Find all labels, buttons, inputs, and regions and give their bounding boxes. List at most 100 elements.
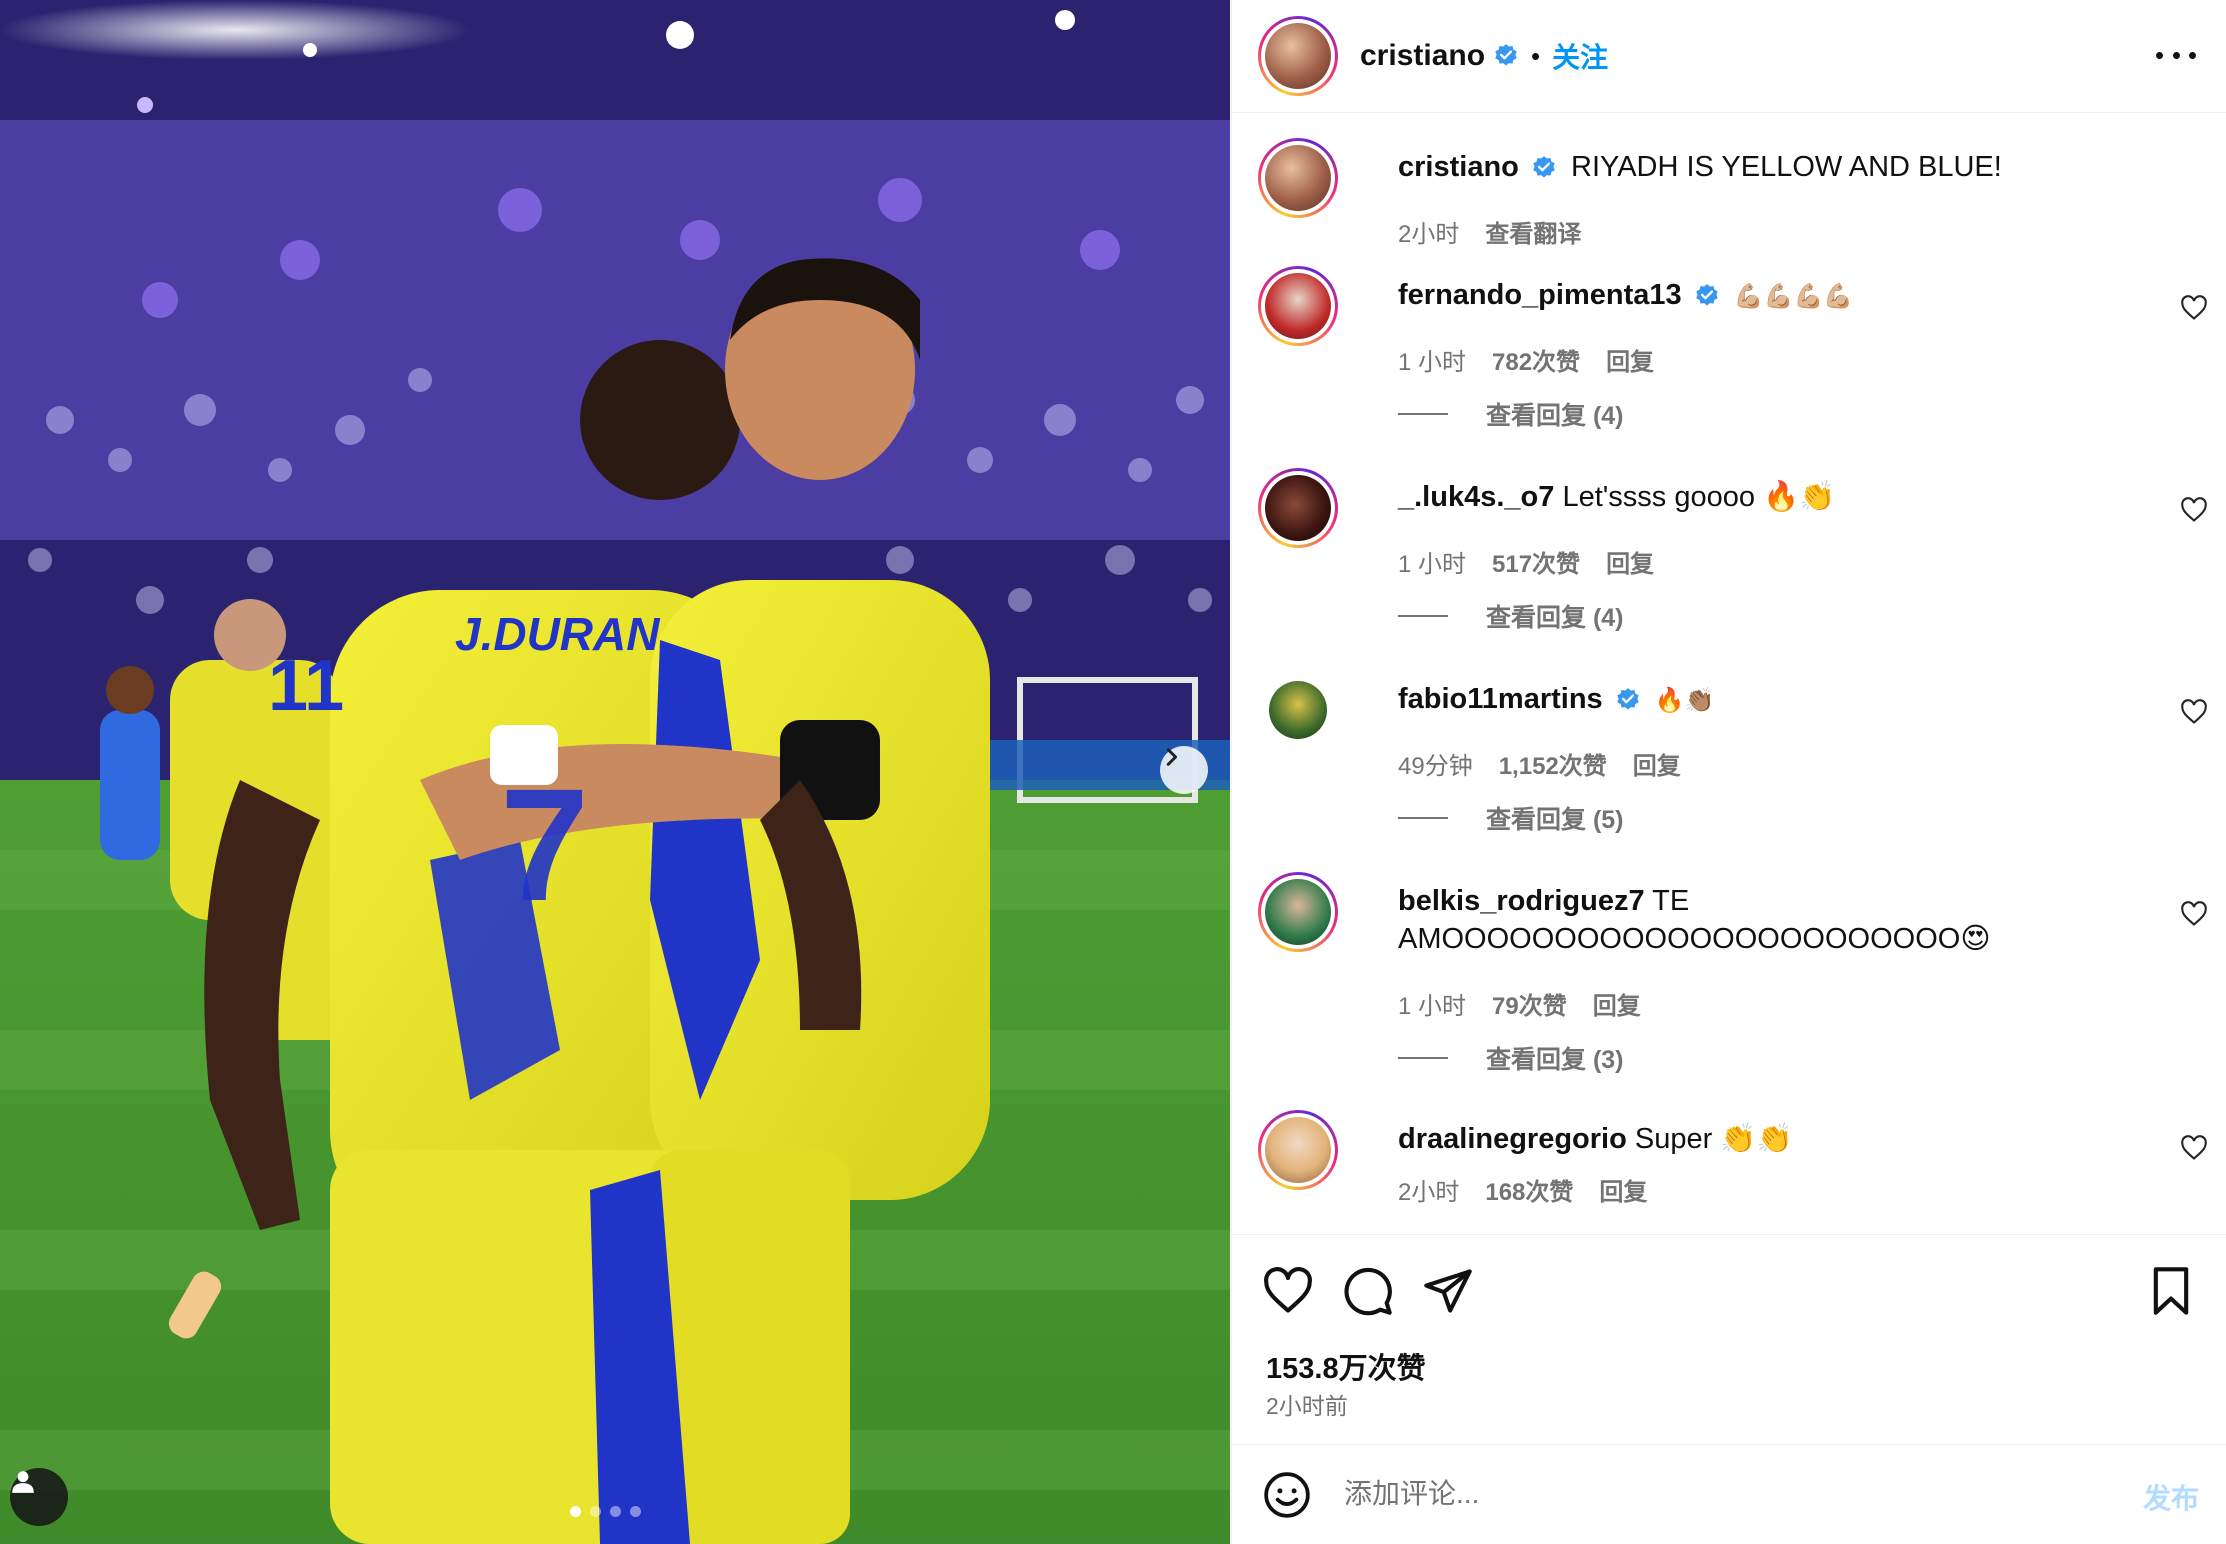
comment-time: 2小时 — [1398, 1179, 1460, 1206]
author-username[interactable]: cristiano — [1360, 39, 1485, 73]
post-actions: 153.8万次赞 2小时前 — [1232, 1234, 2226, 1444]
post-header: cristiano • 关注 — [1232, 0, 2226, 113]
view-replies-button[interactable]: 查看回复 (5) — [1398, 800, 1624, 836]
bookmark-icon[interactable] — [2145, 1265, 2197, 1317]
comment-item: fabio11martins 🔥👏🏽 49分钟 1,152次赞 回复 查看回复 … — [1258, 670, 2208, 860]
comment-time: 1 小时 — [1398, 349, 1467, 376]
carousel-next-button[interactable] — [1160, 746, 1208, 794]
reply-button[interactable]: 回复 — [1606, 342, 1654, 377]
caption-avatar[interactable] — [1258, 138, 1338, 218]
verified-badge-icon — [1493, 43, 1519, 69]
follow-button[interactable]: 关注 — [1552, 36, 1608, 76]
comment-text-block: fernando_pimenta13 💪🏼💪🏼💪🏼💪🏼 — [1398, 276, 2138, 315]
post-comment-button[interactable]: 发布 — [2143, 1477, 2199, 1517]
carousel-indicator — [570, 1506, 641, 1517]
heart-icon[interactable] — [2180, 698, 2208, 726]
view-replies-button[interactable]: 查看回复 (4) — [1398, 598, 1624, 634]
chevron-right-icon — [1166, 748, 1178, 766]
comment-time: 1 小时 — [1398, 551, 1467, 578]
comment-username[interactable]: belkis_rodriguez7 — [1398, 885, 1645, 917]
comment-username[interactable]: _.luk4s._o7 — [1398, 481, 1554, 513]
heart-icon[interactable] — [2180, 1134, 2208, 1162]
view-replies-label: 查看回复 (4) — [1486, 604, 1624, 632]
separator-dot: • — [1531, 40, 1541, 71]
author-avatar[interactable] — [1258, 16, 1338, 96]
reply-button[interactable]: 回复 — [1606, 544, 1654, 579]
emoji-icon[interactable] — [1262, 1470, 1312, 1520]
carousel-dot — [630, 1506, 641, 1517]
heart-icon[interactable] — [1262, 1265, 1314, 1317]
comment-avatar[interactable] — [1258, 266, 1338, 346]
comment-text: 🔥👏🏽 — [1654, 686, 1715, 714]
view-replies-label: 查看回复 (4) — [1486, 402, 1624, 430]
more-options-icon[interactable] — [2156, 38, 2196, 72]
heart-icon[interactable] — [2180, 496, 2208, 524]
post-side-panel: cristiano • 关注 cristiano RIYADH IS YELLO… — [1231, 0, 2226, 1544]
comment-meta: 1 小时 782次赞 回复 — [1398, 342, 1654, 377]
post-photo: 7 11 J.DURAN — [0, 0, 1230, 1544]
carousel-dot — [570, 1506, 581, 1517]
post-timestamp: 2小时前 — [1266, 1393, 1348, 1419]
comment-item: belkis_rodriguez7 TE AMOOOOOOOOOOOOOOOOO… — [1258, 872, 2208, 1102]
comment-username[interactable]: draalinegregorio — [1398, 1123, 1627, 1155]
comment-icon[interactable] — [1342, 1265, 1394, 1317]
comment-username[interactable]: fabio11martins — [1398, 683, 1603, 715]
caption-text-block: cristiano RIYADH IS YELLOW AND BLUE! — [1398, 148, 2138, 186]
comment-input[interactable] — [1344, 1465, 2044, 1523]
comment-meta: 1 小时 79次赞 回复 — [1398, 986, 1641, 1021]
verified-badge-icon — [1615, 687, 1641, 713]
comment-item: draalinegregorio Super 👏👏 2小时 168次赞 回复 — [1258, 1110, 2208, 1220]
heart-icon[interactable] — [2180, 294, 2208, 322]
comment-text-block: fabio11martins 🔥👏🏽 — [1398, 680, 2138, 719]
verified-badge-icon — [1694, 283, 1720, 309]
see-translation-link[interactable]: 查看翻译 — [1485, 214, 1581, 249]
svg-text:7: 7 — [500, 755, 589, 934]
reply-button[interactable]: 回复 — [1633, 746, 1681, 781]
comments-list[interactable]: cristiano RIYADH IS YELLOW AND BLUE! 2小时… — [1232, 114, 2226, 1234]
comment-item: _.luk4s._o7 Let'ssss goooo 🔥👏 1 小时 517次赞… — [1258, 468, 2208, 658]
comment-time: 1 小时 — [1398, 993, 1467, 1020]
caption-time: 2小时 — [1398, 221, 1460, 248]
carousel-dot — [610, 1506, 621, 1517]
user-tag-button[interactable] — [10, 1468, 68, 1526]
post-media[interactable]: 7 11 J.DURAN — [0, 0, 1230, 1544]
jersey-name: J.DURAN — [455, 608, 660, 660]
reply-button[interactable]: 回复 — [1593, 986, 1641, 1021]
comment-text-block: _.luk4s._o7 Let'ssss goooo 🔥👏 — [1398, 478, 2138, 516]
comment-text-block: draalinegregorio Super 👏👏 — [1398, 1120, 2138, 1158]
comment-like-count[interactable]: 782次赞 — [1492, 342, 1580, 377]
comment-text: Let'ssss goooo 🔥👏 — [1562, 481, 1836, 513]
comment-avatar[interactable] — [1258, 468, 1338, 548]
comment-like-count[interactable]: 517次赞 — [1492, 544, 1580, 579]
comment-avatar[interactable] — [1258, 1110, 1338, 1190]
view-replies-label: 查看回复 (5) — [1486, 806, 1624, 834]
heart-icon[interactable] — [2180, 900, 2208, 928]
verified-badge-icon — [1531, 155, 1557, 181]
comment-text: 💪🏼💪🏼💪🏼💪🏼 — [1733, 282, 1854, 310]
comment-like-count[interactable]: 168次赞 — [1485, 1172, 1573, 1207]
view-replies-button[interactable]: 查看回复 (3) — [1398, 1040, 1624, 1076]
user-tag-icon — [12, 1471, 34, 1493]
caption-row: cristiano RIYADH IS YELLOW AND BLUE! 2小时… — [1258, 138, 2208, 258]
comment-like-count[interactable]: 79次赞 — [1492, 986, 1567, 1021]
reply-button[interactable]: 回复 — [1599, 1172, 1647, 1207]
view-replies-button[interactable]: 查看回复 (4) — [1398, 396, 1624, 432]
comment-text: Super 👏👏 — [1634, 1123, 1793, 1155]
caption-meta: 2小时 查看翻译 — [1398, 214, 1581, 249]
comment-meta: 49分钟 1,152次赞 回复 — [1398, 746, 1681, 781]
share-icon[interactable] — [1422, 1265, 1474, 1317]
caption-text: RIYADH IS YELLOW AND BLUE! — [1571, 151, 2002, 183]
comment-item: fernando_pimenta13 💪🏼💪🏼💪🏼💪🏼 1 小时 782次赞 回… — [1258, 266, 2208, 456]
like-count[interactable]: 153.8万次赞 — [1266, 1345, 1426, 1387]
view-replies-label: 查看回复 (3) — [1486, 1046, 1624, 1074]
comment-composer: 发布 — [1232, 1444, 2226, 1544]
comment-avatar[interactable] — [1258, 872, 1338, 952]
comment-avatar[interactable] — [1258, 670, 1338, 750]
comment-like-count[interactable]: 1,152次赞 — [1499, 746, 1607, 781]
svg-text:11: 11 — [268, 646, 344, 726]
comment-text-block: belkis_rodriguez7 TE AMOOOOOOOOOOOOOOOOO… — [1398, 882, 2138, 958]
comment-time: 49分钟 — [1398, 753, 1473, 780]
comment-meta: 1 小时 517次赞 回复 — [1398, 544, 1654, 579]
comment-username[interactable]: fernando_pimenta13 — [1398, 279, 1682, 311]
caption-username[interactable]: cristiano — [1398, 151, 1519, 183]
